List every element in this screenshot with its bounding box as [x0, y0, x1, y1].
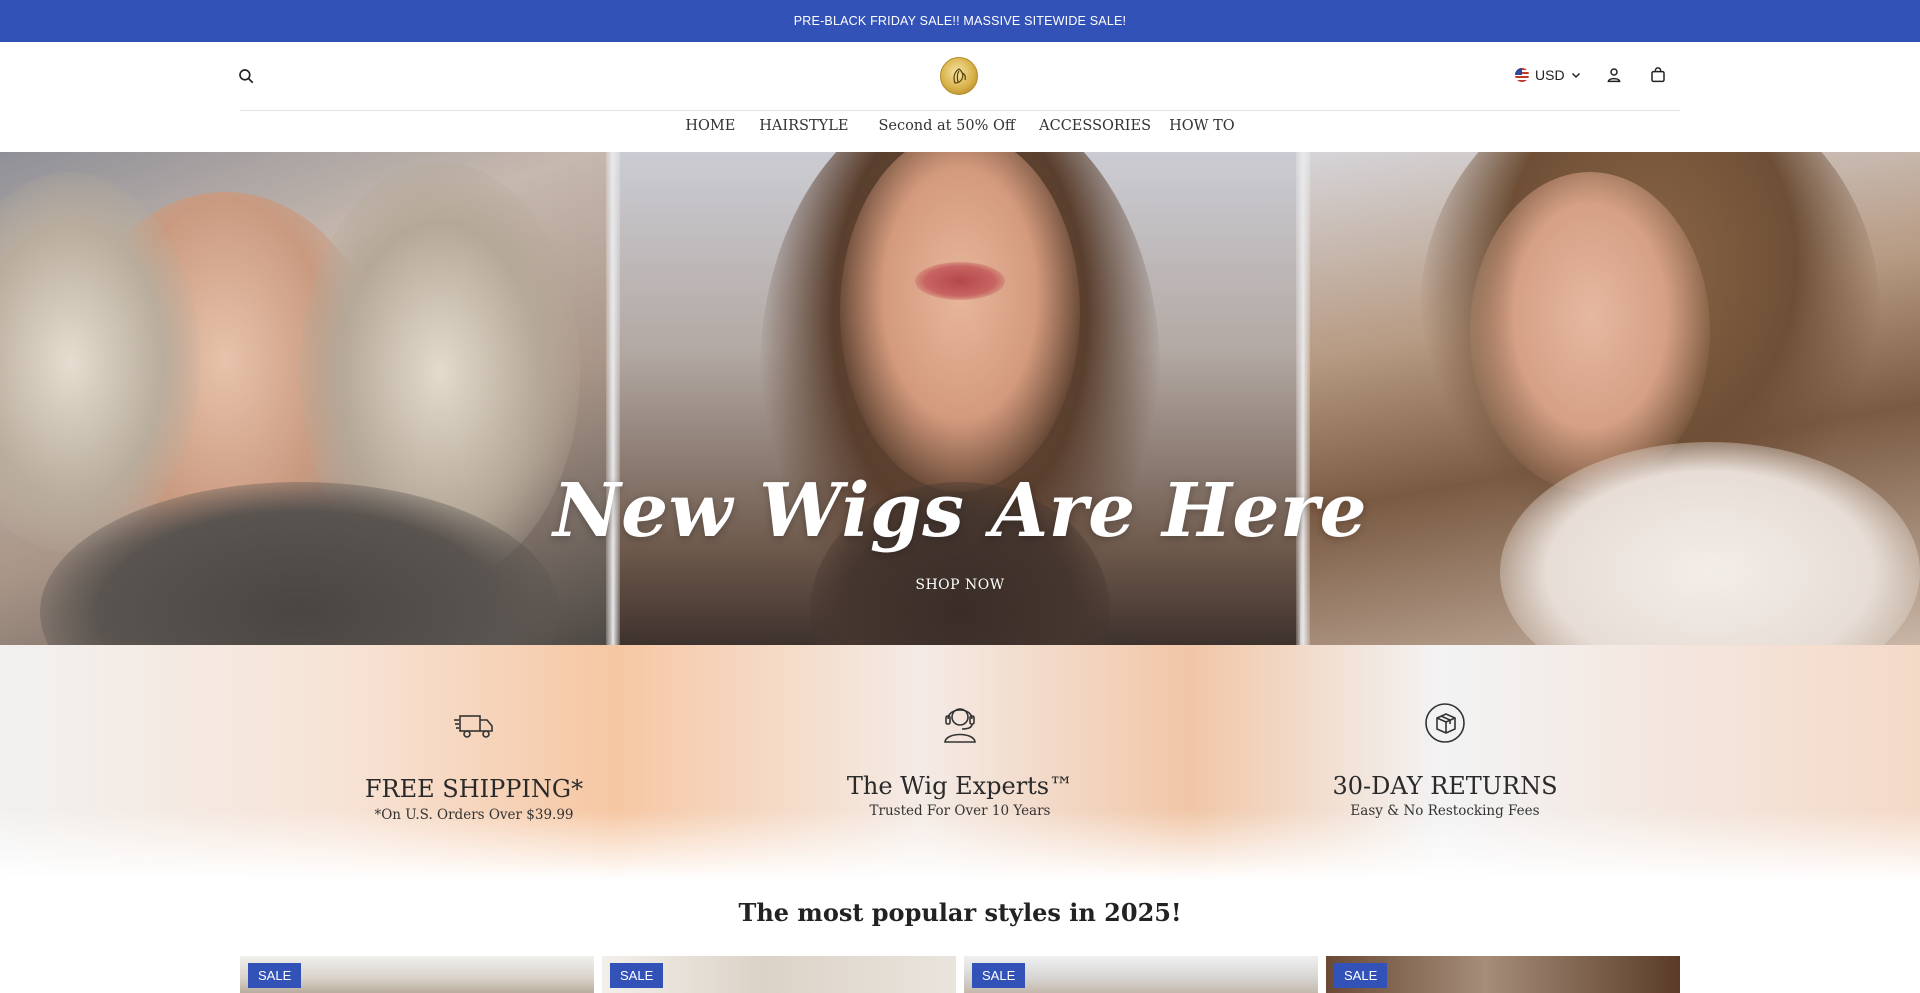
- popular-styles-heading: The most popular styles in 2025!: [738, 898, 1182, 927]
- nav-item-home[interactable]: HOME: [683, 118, 737, 144]
- feature-title: 30-DAY RETURNS: [1332, 772, 1558, 800]
- truck-icon: [452, 703, 496, 747]
- feature-subtitle: Trusted For Over 10 Years: [869, 803, 1051, 819]
- sale-badge: SALE: [248, 963, 302, 988]
- feature-title: FREE SHIPPING*: [364, 775, 584, 803]
- hero-divider-right: [1296, 152, 1310, 645]
- sale-badge: SALE: [972, 963, 1026, 988]
- sale-badge: SALE: [610, 963, 664, 988]
- site-header: USD HOME HAIRSTYLE Second at 50% Off ACC…: [0, 42, 1920, 152]
- headset-icon: [938, 701, 982, 745]
- product-grid: SALE SALE SALE SALE: [240, 956, 1680, 993]
- nav-item-accessories[interactable]: ACCESSORIES: [1037, 118, 1153, 144]
- feature-title: The Wig Experts™: [846, 772, 1074, 800]
- currency-selector[interactable]: USD: [1515, 64, 1581, 86]
- product-card[interactable]: SALE: [1326, 956, 1680, 993]
- product-card[interactable]: SALE: [602, 956, 956, 993]
- product-card[interactable]: SALE: [964, 956, 1318, 993]
- brand-logo[interactable]: [940, 57, 978, 95]
- hero-image-left: [0, 152, 610, 645]
- announcement-text[interactable]: PRE-BLACK FRIDAY SALE!! MASSIVE SITEWIDE…: [794, 14, 1126, 28]
- product-card[interactable]: SALE: [240, 956, 594, 993]
- currency-label: USD: [1535, 67, 1565, 83]
- nav-item-second-at-50-off[interactable]: Second at 50% Off: [876, 118, 1017, 144]
- search-icon[interactable]: [233, 63, 259, 89]
- nav-item-hairstyle[interactable]: HAIRSTYLE: [757, 118, 850, 144]
- bag-icon[interactable]: [1645, 62, 1671, 88]
- feature-subtitle: *On U.S. Orders Over $39.99: [374, 807, 574, 823]
- us-flag-icon: [1515, 68, 1529, 82]
- user-icon[interactable]: [1601, 62, 1627, 88]
- hero-banner[interactable]: New Wigs Are Here SHOP NOW: [0, 152, 1920, 645]
- announcement-bar: PRE-BLACK FRIDAY SALE!! MASSIVE SITEWIDE…: [0, 0, 1920, 42]
- hero-image-right: [1300, 152, 1920, 645]
- shop-now-button[interactable]: SHOP NOW: [900, 572, 1020, 598]
- sale-badge: SALE: [1334, 963, 1388, 988]
- features-strip: FREE SHIPPING* *On U.S. Orders Over $39.…: [0, 645, 1920, 880]
- hero-title: New Wigs Are Here: [552, 468, 1368, 554]
- hero-divider-left: [606, 152, 620, 645]
- box-return-icon: [1423, 701, 1467, 745]
- feature-subtitle: Easy & No Restocking Fees: [1350, 803, 1540, 819]
- chevron-down-icon: [1571, 72, 1580, 79]
- main-navigation: HOME HAIRSTYLE Second at 50% Off ACCESSO…: [0, 118, 1920, 144]
- nav-item-how-to[interactable]: HOW TO: [1167, 118, 1237, 144]
- header-divider: [240, 110, 1680, 111]
